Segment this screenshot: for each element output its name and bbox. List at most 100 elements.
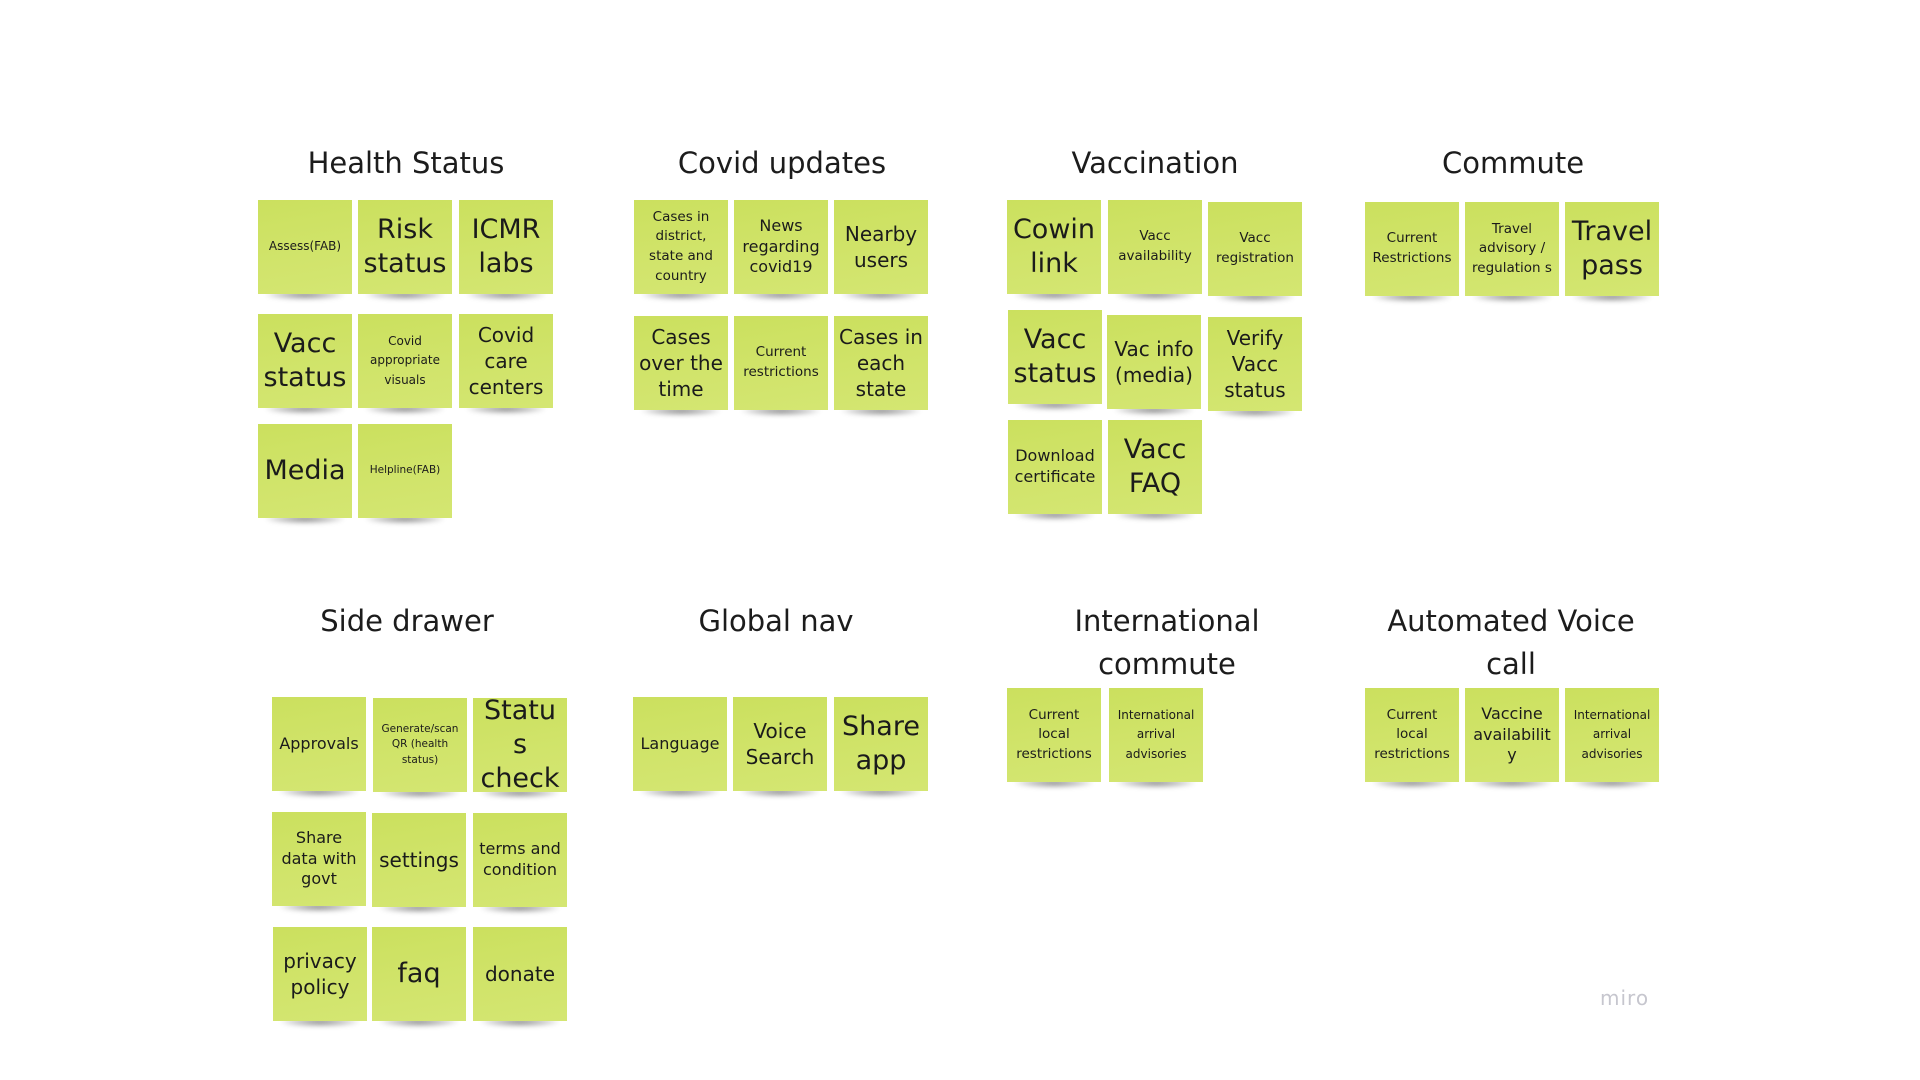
sticky-note-text: Vac info (media)	[1114, 337, 1194, 387]
sticky-note-text: Share app	[842, 711, 920, 776]
group-title[interactable]: Commute	[1365, 142, 1661, 185]
sticky-note[interactable]: Vacc FAQ	[1108, 420, 1202, 514]
sticky-note[interactable]: Risk status	[358, 200, 452, 294]
sticky-note[interactable]: donate	[473, 927, 567, 1021]
sticky-note-text: Generate/scan QR (health status)	[381, 723, 459, 766]
sticky-note[interactable]: Helpline(FAB)	[358, 424, 452, 518]
sticky-note-text: Approvals	[279, 733, 359, 753]
sticky-note[interactable]: Cases in district, state and country	[634, 200, 728, 294]
sticky-note-text: Status check	[480, 695, 560, 794]
sticky-note-text: settings	[379, 848, 459, 872]
group-automated-voice-call: Automated Voice call Current local restr…	[1365, 600, 1661, 800]
sticky-note-text: Helpline(FAB)	[369, 464, 441, 477]
sticky-note-text: Assess(FAB)	[268, 239, 342, 254]
sticky-note[interactable]: Generate/scan QR (health status)	[373, 698, 467, 792]
sticky-note-text: Covid appropriate visuals	[370, 334, 440, 387]
miro-watermark-logo: miro	[1600, 986, 1650, 1010]
sticky-note[interactable]: International arrival advisories	[1109, 688, 1203, 782]
sticky-note-text: Voice Search	[745, 719, 815, 769]
sticky-note[interactable]: Cases in each state	[834, 316, 928, 410]
sticky-note-text: Vacc availability	[1118, 228, 1192, 264]
sticky-note-text: Current local restrictions	[1016, 706, 1092, 762]
sticky-note-text: Vacc status	[263, 328, 347, 393]
sticky-note[interactable]: Travel pass	[1565, 202, 1659, 296]
sticky-note[interactable]: Current local restrictions	[1365, 688, 1459, 782]
sticky-note[interactable]: ICMR labs	[459, 200, 553, 294]
group-title[interactable]: Covid updates	[634, 142, 930, 185]
sticky-note-text: Vacc FAQ	[1123, 434, 1187, 499]
sticky-note-text: Download certificate	[1014, 446, 1096, 486]
sticky-note-text: Cases in each state	[839, 325, 923, 401]
sticky-note[interactable]: settings	[372, 813, 466, 907]
sticky-note-text: Cases in district, state and country	[649, 208, 713, 284]
sticky-note[interactable]: Covid care centers	[459, 314, 553, 408]
sticky-note[interactable]: News regarding covid19	[734, 200, 828, 294]
sticky-note[interactable]: Approvals	[272, 697, 366, 791]
sticky-note[interactable]: Travel advisory / regulation s	[1465, 202, 1559, 296]
sticky-note-text: Vaccine availability	[1473, 703, 1551, 765]
sticky-note[interactable]: Language	[633, 697, 727, 791]
group-global-nav: Global nav Language Voice Search Share a…	[633, 600, 929, 800]
sticky-note-text: Share data with govt	[281, 827, 357, 889]
group-title[interactable]: Side drawer	[257, 600, 557, 643]
sticky-note-text: Cowin link	[1012, 214, 1096, 279]
sticky-note[interactable]: Media	[258, 424, 352, 518]
group-title[interactable]: Automated Voice call	[1363, 600, 1659, 686]
sticky-note-text: Covid care centers	[468, 323, 544, 399]
sticky-note[interactable]: Vacc registration	[1208, 202, 1302, 296]
sticky-note[interactable]: Cases over the time	[634, 316, 728, 410]
sticky-note[interactable]: Vaccine availability	[1465, 688, 1559, 782]
sticky-note-text: News regarding covid19	[742, 215, 820, 277]
sticky-note-text: Cases over the time	[639, 325, 723, 401]
sticky-note-text: International arrival advisories	[1573, 708, 1651, 761]
sticky-note[interactable]: Current local restrictions	[1007, 688, 1101, 782]
sticky-note[interactable]: Vac info (media)	[1107, 315, 1201, 409]
sticky-note-text: Risk status	[363, 214, 447, 279]
sticky-note-text: Vacc status	[1013, 324, 1097, 389]
miro-board[interactable]: Health Status Assess(FAB) Risk status IC…	[0, 0, 1920, 1080]
sticky-note-text: Media	[264, 455, 346, 487]
group-health-status: Health Status Assess(FAB) Risk status IC…	[258, 142, 554, 532]
sticky-note[interactable]: International arrival advisories	[1565, 688, 1659, 782]
sticky-note[interactable]: Status check	[473, 695, 567, 794]
group-side-drawer: Side drawer Approvals Generate/scan QR (…	[271, 600, 571, 1040]
sticky-note-text: International arrival advisories	[1117, 708, 1195, 761]
sticky-note-text: Travel advisory / regulation s	[1472, 220, 1552, 276]
group-commute: Commute Current Restrictions Travel advi…	[1365, 142, 1661, 312]
group-title[interactable]: Health Status	[258, 142, 554, 185]
sticky-note[interactable]: Voice Search	[733, 697, 827, 791]
group-title[interactable]: International commute	[1017, 600, 1317, 686]
group-international-commute: International commute Current local rest…	[1007, 600, 1307, 800]
sticky-note[interactable]: Vacc status	[258, 314, 352, 408]
sticky-note-text: privacy policy	[283, 949, 357, 999]
sticky-note-text: Vacc registration	[1216, 230, 1294, 266]
sticky-note-text: Current local restrictions	[1374, 706, 1450, 762]
sticky-note[interactable]: terms and condition	[473, 813, 567, 907]
sticky-note-text: Current restrictions	[743, 344, 819, 380]
sticky-note[interactable]: Share data with govt	[272, 812, 366, 906]
sticky-note[interactable]: Covid appropriate visuals	[358, 314, 452, 408]
group-title[interactable]: Global nav	[628, 600, 924, 643]
sticky-note-text: faq	[397, 958, 441, 990]
sticky-note[interactable]: Assess(FAB)	[258, 200, 352, 294]
sticky-note-text: Language	[640, 733, 720, 753]
sticky-note-text: Nearby users	[844, 222, 918, 272]
sticky-note-text: Travel pass	[1571, 216, 1653, 281]
sticky-note[interactable]: Vacc availability	[1108, 200, 1202, 294]
sticky-note[interactable]: faq	[372, 927, 466, 1021]
sticky-note[interactable]: Nearby users	[834, 200, 928, 294]
group-title[interactable]: Vaccination	[1007, 142, 1303, 185]
sticky-note[interactable]: Vacc status	[1008, 310, 1102, 404]
group-covid-updates: Covid updates Cases in district, state a…	[634, 142, 930, 422]
sticky-note[interactable]: Share app	[834, 697, 928, 791]
sticky-note-text: Current Restrictions	[1372, 230, 1452, 266]
group-vaccination: Vaccination Cowin link Vacc availability…	[1007, 142, 1303, 532]
sticky-note-text: terms and condition	[479, 839, 561, 879]
sticky-note-text: donate	[484, 962, 555, 986]
sticky-note[interactable]: Current Restrictions	[1365, 202, 1459, 296]
sticky-note[interactable]: Current restrictions	[734, 316, 828, 410]
sticky-note[interactable]: Download certificate	[1008, 420, 1102, 514]
sticky-note[interactable]: Cowin link	[1007, 200, 1101, 294]
sticky-note[interactable]: Verify Vacc status	[1208, 317, 1302, 411]
sticky-note[interactable]: privacy policy	[273, 927, 367, 1021]
